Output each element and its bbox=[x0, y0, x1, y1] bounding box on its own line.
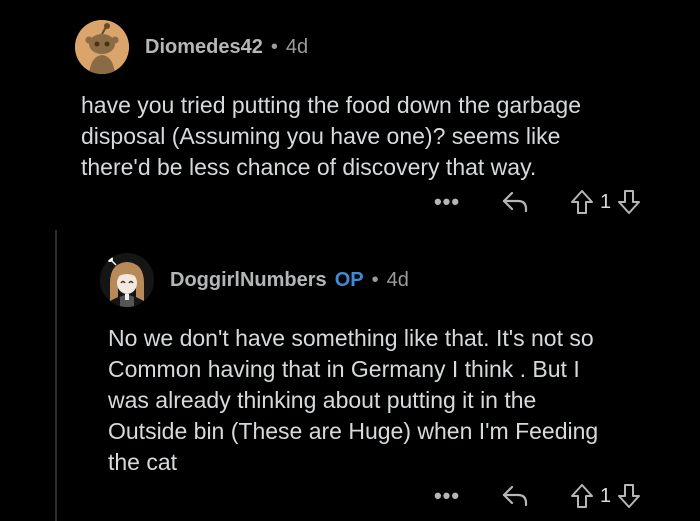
reddit-snoo-avatar-icon bbox=[75, 20, 129, 74]
reply-button[interactable] bbox=[500, 189, 530, 215]
comment-age: 4d bbox=[386, 268, 409, 291]
reply-button[interactable] bbox=[500, 483, 530, 509]
comment-1: Diomedes42 • 4d have you tried putting t… bbox=[75, 20, 680, 180]
separator-dot: • bbox=[371, 268, 379, 291]
reply-arrow-icon bbox=[502, 191, 528, 213]
username[interactable]: Diomedes42 bbox=[145, 36, 263, 59]
more-options-button[interactable]: ••• bbox=[432, 483, 462, 509]
comment-header: Diomedes42 • 4d bbox=[75, 20, 680, 74]
vote-count: 1 bbox=[600, 190, 612, 213]
upvote-button[interactable] bbox=[570, 188, 594, 216]
user-avatar[interactable] bbox=[75, 20, 129, 74]
more-options-button[interactable]: ••• bbox=[432, 189, 462, 215]
comment-2-actions: ••• 1 bbox=[432, 482, 641, 510]
upvote-arrow-icon bbox=[571, 484, 593, 508]
comment-age: 4d bbox=[285, 35, 309, 58]
op-badge: OP bbox=[334, 268, 364, 291]
comment-body: have you tried putting the food down the… bbox=[81, 92, 581, 180]
comment-header: DoggirlNumbers OP • 4d bbox=[100, 253, 680, 307]
downvote-arrow-icon bbox=[618, 484, 641, 508]
user-avatar[interactable] bbox=[100, 253, 154, 307]
comment-2: DoggirlNumbers OP • 4d No we don't have … bbox=[100, 253, 680, 475]
thread-line bbox=[55, 230, 57, 521]
downvote-arrow-icon bbox=[618, 190, 641, 214]
separator-dot: • bbox=[270, 35, 278, 58]
upvote-button[interactable] bbox=[570, 482, 594, 510]
vote-count: 1 bbox=[600, 484, 612, 507]
anime-girl-avatar-icon bbox=[100, 253, 154, 307]
downvote-button[interactable] bbox=[617, 188, 641, 216]
downvote-button[interactable] bbox=[617, 482, 641, 510]
comment-1-actions: ••• 1 bbox=[432, 188, 641, 216]
upvote-arrow-icon bbox=[571, 190, 593, 214]
comment-body: No we don't have something like that. It… bbox=[108, 325, 599, 475]
username[interactable]: DoggirlNumbers bbox=[170, 269, 327, 292]
reply-arrow-icon bbox=[502, 485, 528, 507]
